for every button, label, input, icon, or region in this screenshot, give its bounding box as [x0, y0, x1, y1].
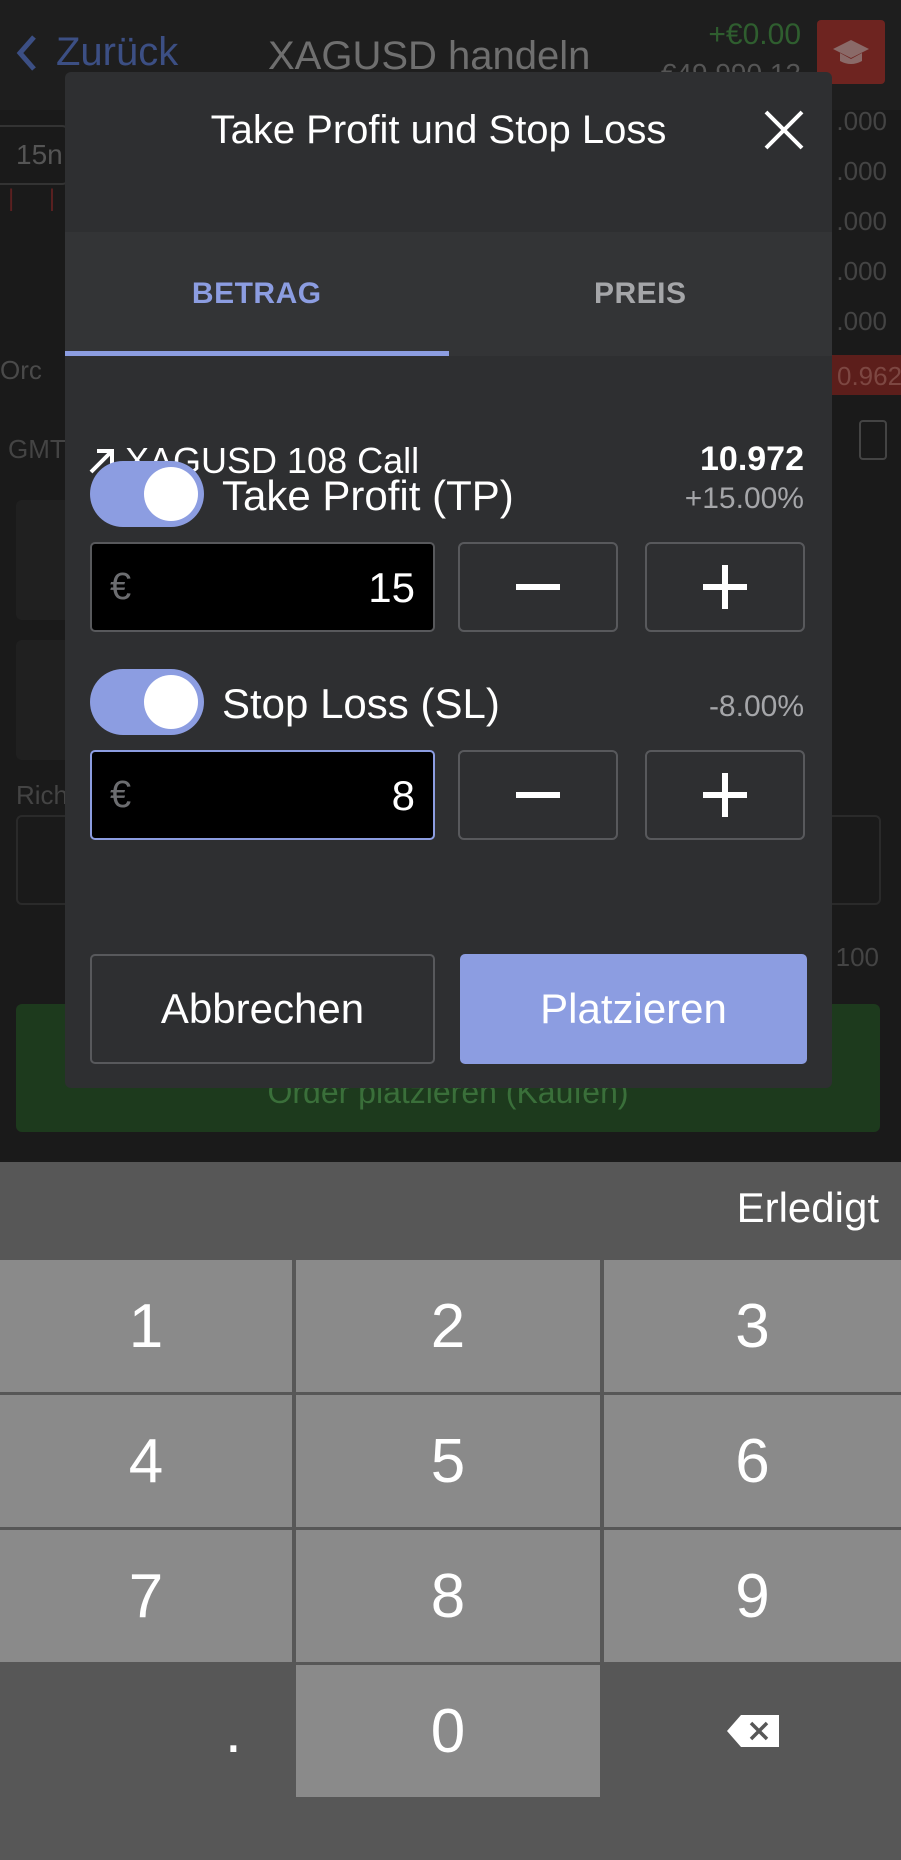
- minus-icon: [516, 792, 560, 798]
- key-4[interactable]: 4: [0, 1395, 292, 1527]
- key-5[interactable]: 5: [296, 1395, 600, 1527]
- axis-label: .000: [836, 106, 887, 136]
- key-6[interactable]: 6: [604, 1395, 901, 1527]
- chevron-left-icon: [16, 34, 36, 71]
- take-profit-increment-button[interactable]: [645, 542, 805, 632]
- numeric-keyboard: Erledigt 1 2 3 4 5 6 7 8 9 . 0: [0, 1162, 901, 1860]
- stop-loss-decrement-button[interactable]: [458, 750, 618, 840]
- gmt-label: GMT: [8, 434, 66, 464]
- tab-preis[interactable]: PREIS: [449, 232, 833, 356]
- take-profit-value: 15: [368, 564, 415, 611]
- order-label: Orc: [0, 355, 42, 385]
- take-profit-decrement-button[interactable]: [458, 542, 618, 632]
- keyboard-toolbar: Erledigt: [0, 1162, 901, 1258]
- key-decimal[interactable]: .: [0, 1665, 292, 1797]
- cancel-button[interactable]: Abbrechen: [90, 954, 435, 1064]
- graduation-cap-icon: [833, 40, 869, 64]
- tab-bar: BETRAG PREIS: [65, 232, 832, 356]
- current-price-badge: 0.962: [831, 355, 901, 395]
- back-button[interactable]: Zurück: [12, 30, 178, 75]
- plus-icon: [703, 565, 747, 609]
- minus-icon: [516, 584, 560, 590]
- backspace-key[interactable]: [604, 1665, 901, 1797]
- key-0[interactable]: 0: [296, 1665, 600, 1797]
- take-profit-percent: +15.00%: [684, 482, 804, 515]
- toggle-knob: [144, 675, 198, 729]
- timeframe-selector[interactable]: 15n: [0, 125, 70, 185]
- axis-label: .000: [836, 306, 887, 336]
- key-9[interactable]: 9: [604, 1530, 901, 1662]
- direction-label: Rich: [16, 780, 69, 810]
- stop-loss-value: 8: [391, 772, 415, 819]
- currency-symbol: €: [110, 774, 132, 816]
- close-icon: [764, 110, 804, 150]
- axis-label: .000: [836, 156, 887, 186]
- toggle-knob: [144, 467, 198, 521]
- keyboard-bottom: [0, 1800, 901, 1860]
- plus-icon: [703, 773, 747, 817]
- stop-loss-percent: -8.00%: [708, 690, 804, 723]
- tp-sl-dialog: Take Profit und Stop Loss BETRAG PREIS X…: [65, 72, 832, 1088]
- take-profit-amount-field[interactable]: € 15: [90, 542, 435, 632]
- take-profit-toggle[interactable]: [90, 461, 204, 527]
- key-1[interactable]: 1: [0, 1260, 292, 1392]
- stop-loss-amount-field[interactable]: € 8: [90, 750, 435, 840]
- pnl-value: +€0.00: [708, 18, 801, 51]
- stop-loss-increment-button[interactable]: [645, 750, 805, 840]
- dialog-title: Take Profit und Stop Loss: [210, 108, 667, 152]
- instrument-value: 10.972: [700, 440, 804, 478]
- key-8[interactable]: 8: [296, 1530, 600, 1662]
- quantity-value: 100: [835, 942, 879, 972]
- tab-betrag[interactable]: BETRAG: [65, 232, 449, 356]
- key-7[interactable]: 7: [0, 1530, 292, 1662]
- mobile-icon: [859, 420, 887, 460]
- stop-loss-toggle[interactable]: [90, 669, 204, 735]
- place-button[interactable]: Platzieren: [460, 954, 807, 1064]
- back-label: Zurück: [56, 30, 179, 74]
- take-profit-label: Take Profit (TP): [222, 472, 514, 519]
- key-2[interactable]: 2: [296, 1260, 600, 1392]
- done-button[interactable]: Erledigt: [737, 1184, 879, 1232]
- stop-loss-label: Stop Loss (SL): [222, 680, 500, 727]
- axis-label: .000: [836, 206, 887, 236]
- close-button[interactable]: [762, 108, 806, 152]
- key-3[interactable]: 3: [604, 1260, 901, 1392]
- axis-label: .000: [836, 256, 887, 286]
- backspace-icon: [726, 1715, 779, 1747]
- currency-symbol: €: [110, 566, 132, 608]
